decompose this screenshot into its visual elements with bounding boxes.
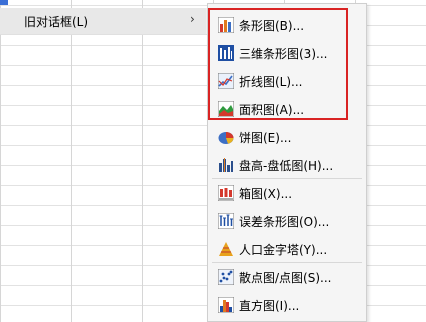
menu-item-label: 散点图/点图(S)... [239,271,332,285]
menu-item-population-pyramid[interactable]: 人口金字塔(Y)... [212,236,362,262]
menu-item-label: 饼图(E)... [239,131,292,145]
menu-separator [212,178,362,179]
legacy-dialogs-menu-item[interactable]: 旧对话框(L) › [0,8,206,34]
scatter-plot-icon [218,269,234,285]
menu-item-label: 条形图(B)... [239,19,305,33]
pie-chart-icon [218,132,234,144]
submenu-arrow-icon: › [190,12,195,26]
legacy-dialogs-label: 旧对话框(L) [24,15,89,29]
menu-item-error-bar-chart[interactable]: 误差条形图(O)... [212,208,362,234]
menu-item-label: 折线图(L)... [239,75,303,89]
line-chart-icon [218,73,234,89]
legacy-dialogs-submenu: 条形图(B)... 三维条形图(3)... 折线图(L)... 面积图(A)..… [207,3,367,322]
menu-item-line-chart[interactable]: 折线图(L)... [212,68,362,94]
menu-item-label: 三维条形图(3)... [239,47,328,61]
menu-item-boxplot[interactable]: 箱图(X)... [212,180,362,206]
error-bar-chart-icon [218,213,234,229]
menu-item-label: 盘高-盘低图(H)... [239,159,334,173]
menu-item-3d-bar-chart[interactable]: 三维条形图(3)... [212,40,362,66]
menu-item-label: 人口金字塔(Y)... [239,243,328,257]
menu-item-high-low-chart[interactable]: 盘高-盘低图(H)... [212,152,362,178]
menu-item-pie-chart[interactable]: 饼图(E)... [212,124,362,150]
high-low-chart-icon [219,158,233,172]
menu-item-label: 直方图(I)... [239,299,300,313]
menu-item-scatter-plot[interactable]: 散点图/点图(S)... [212,264,362,290]
bar-chart-icon [218,17,234,33]
grid-corner-marker [0,0,8,5]
menu-separator [212,262,362,263]
menu-item-bar-chart[interactable]: 条形图(B)... [212,12,362,38]
menu-item-area-chart[interactable]: 面积图(A)... [212,96,362,122]
menu-item-label: 面积图(A)... [239,103,305,117]
area-chart-icon [218,101,234,117]
parent-menu: 旧对话框(L) › [0,8,208,35]
population-pyramid-icon [219,242,233,256]
3d-bar-chart-icon [218,45,234,61]
menu-item-label: 箱图(X)... [239,187,293,201]
boxplot-icon [218,185,234,201]
menu-item-label: 误差条形图(O)... [239,215,330,229]
menu-item-histogram[interactable]: 直方图(I)... [212,292,362,318]
histogram-icon [218,297,234,313]
